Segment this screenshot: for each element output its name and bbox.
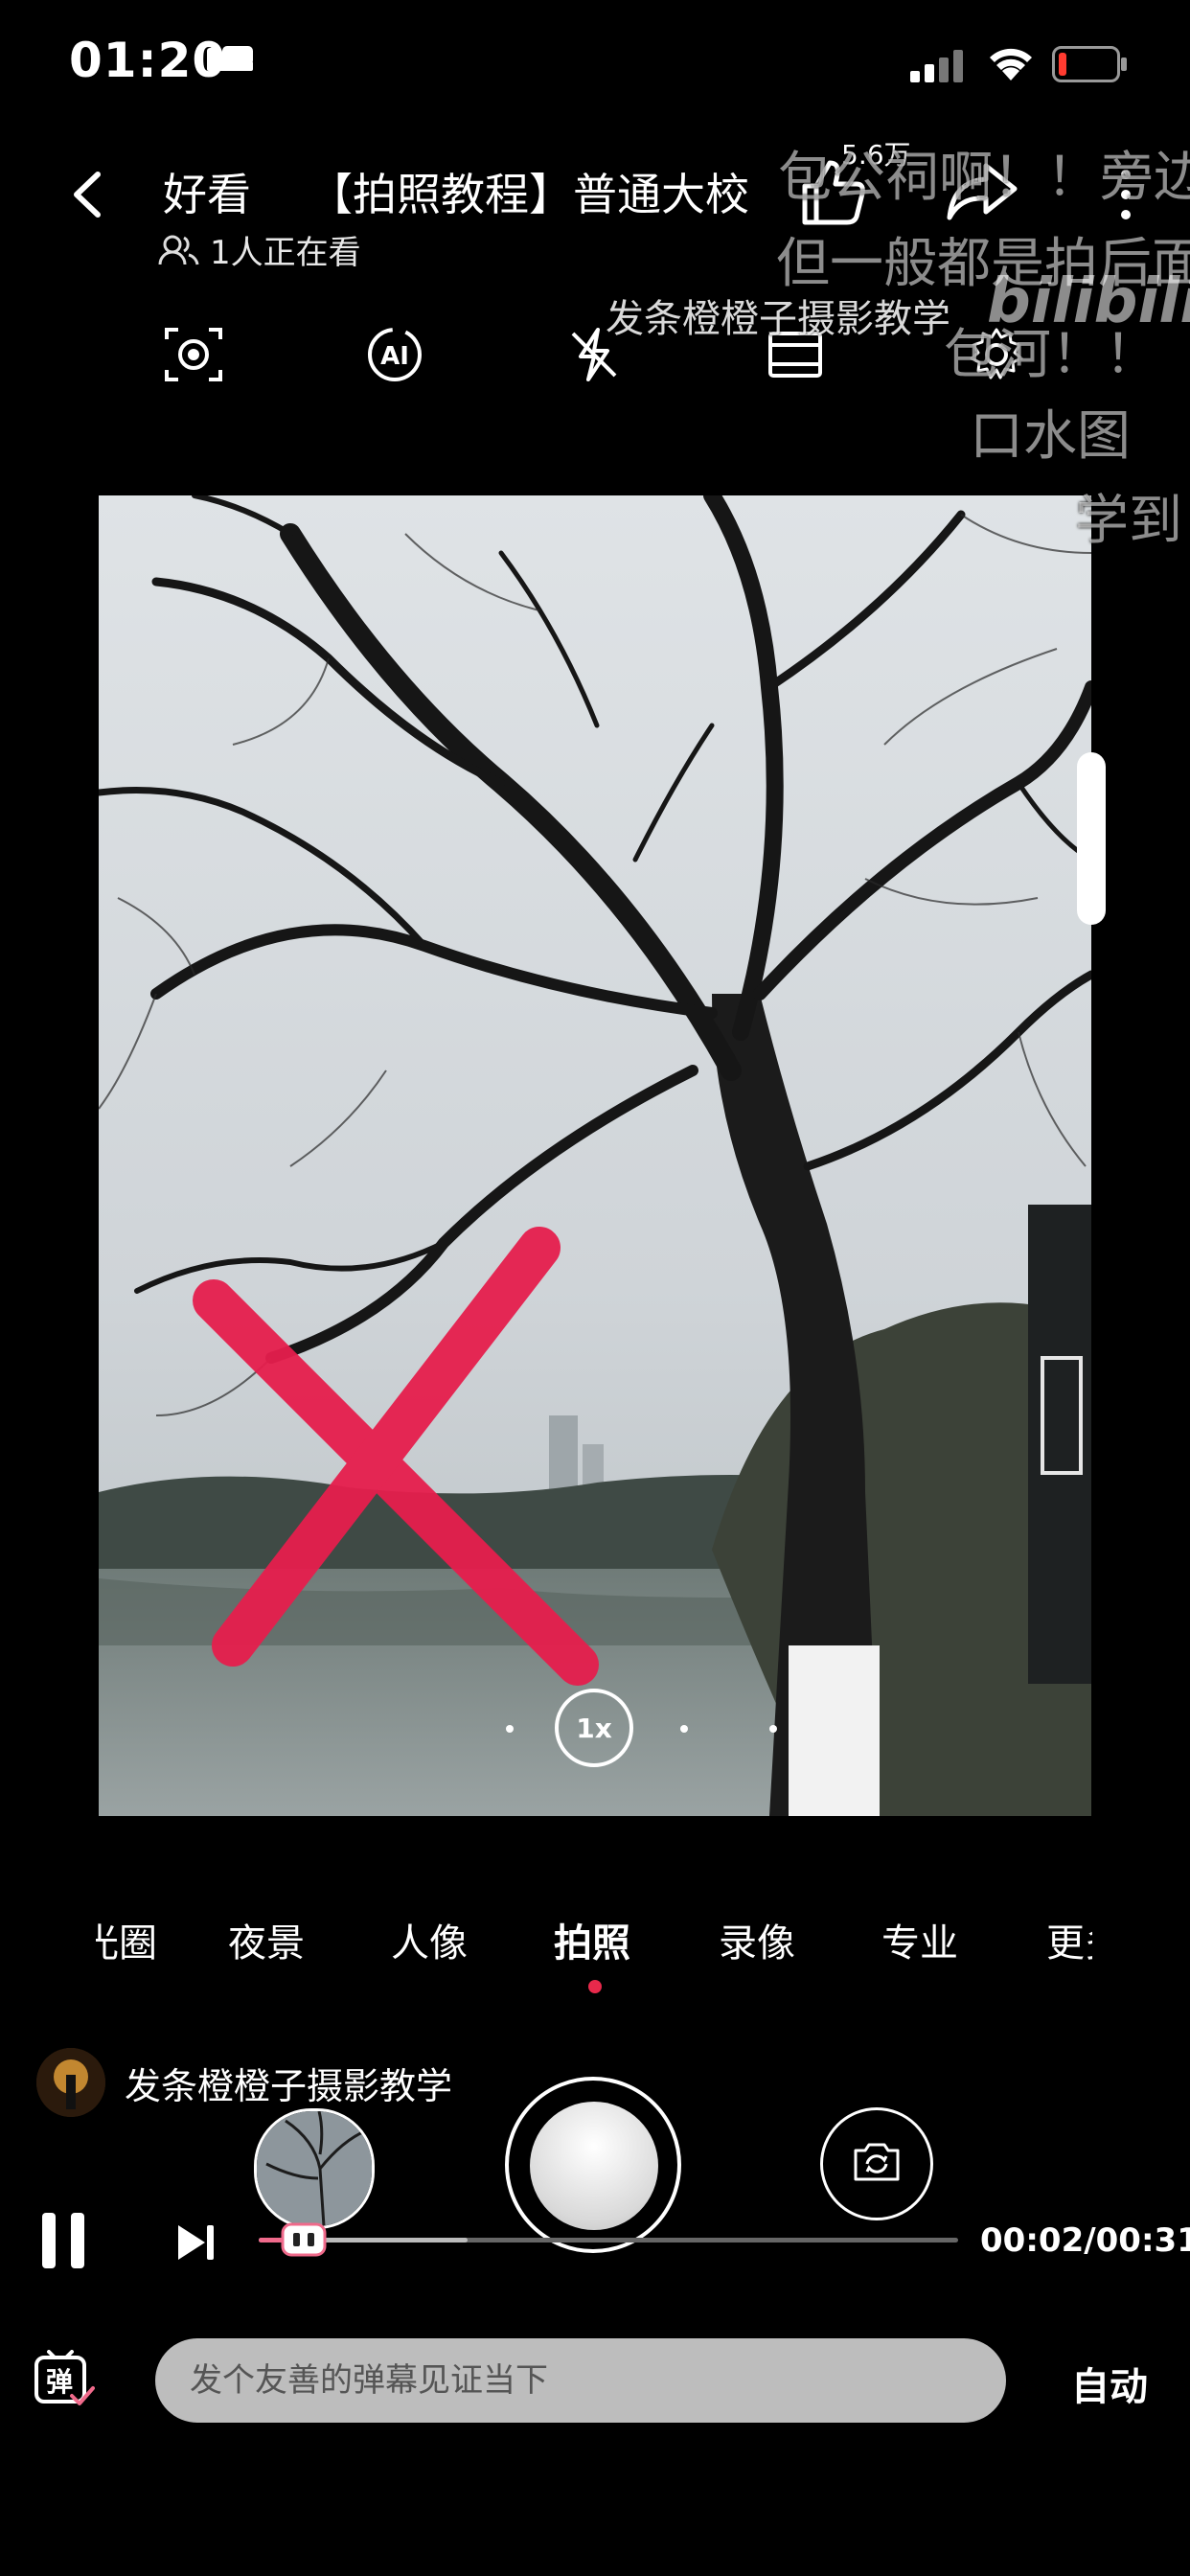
danmaku-input[interactable] xyxy=(155,2338,1006,2423)
author-name[interactable]: 发条橙橙子摄影教学 xyxy=(125,2057,452,2109)
next-episode-icon[interactable] xyxy=(174,2221,217,2264)
danmaku-toggle-label: 弹 xyxy=(46,2366,74,2398)
tree-scene-image xyxy=(99,495,1091,1816)
mode-night[interactable]: 夜景 xyxy=(228,1912,305,1967)
camera-flip-icon xyxy=(854,2143,900,2181)
zoom-dot[interactable] xyxy=(506,1725,514,1733)
battery-level xyxy=(1059,53,1066,76)
zoom-dot[interactable] xyxy=(769,1725,777,1733)
mode-video[interactable]: 录像 xyxy=(719,1912,795,1967)
mode-more[interactable]: 更多 xyxy=(1046,1912,1092,1967)
gallery-thumbnail[interactable] xyxy=(254,2108,375,2229)
viewers-icon xyxy=(158,235,199,264)
side-scroll-handle[interactable] xyxy=(1077,752,1106,925)
danmaku-toggle-button[interactable]: 弹 xyxy=(34,2350,95,2411)
viewer-count-text: 1人正在看 xyxy=(210,234,361,272)
danmaku-comment: 包公祠啊！！旁边 xyxy=(778,147,1190,209)
playback-time: 00:02/00:31 xyxy=(980,2221,1190,2260)
svg-text:AI: AI xyxy=(380,342,409,371)
pause-icon[interactable] xyxy=(40,2211,88,2270)
bilibili-watermark: bilibili xyxy=(987,266,1190,337)
wifi-icon xyxy=(990,48,1032,80)
mode-portrait[interactable]: 人像 xyxy=(391,1912,468,1967)
avatar-image xyxy=(36,2048,105,2117)
sleep-mode-icon xyxy=(207,46,253,71)
danmaku-comment: 发条橙橙子摄影教学 xyxy=(606,297,950,341)
mode-aperture[interactable]: 光圈 xyxy=(96,1912,157,1967)
camera-viewfinder[interactable]: 1x xyxy=(99,495,1091,1816)
progress-scrubber-icon[interactable] xyxy=(280,2221,328,2258)
zoom-dot[interactable] xyxy=(680,1725,688,1733)
back-icon[interactable] xyxy=(56,161,123,228)
status-time: 01:20 xyxy=(69,33,227,88)
title-right: 【拍照教程】普通大校 xyxy=(309,169,749,220)
zoom-1x-button[interactable]: 1x xyxy=(555,1689,633,1767)
flip-camera-button[interactable] xyxy=(820,2107,933,2220)
zoom-1x-label: 1x xyxy=(576,1712,612,1744)
camera-mode-bar: 光圈 夜景 人像 拍照 录像 专业 更多 xyxy=(96,1912,1092,1969)
viewer-count: 1人正在看 xyxy=(158,226,361,273)
gallery-thumbnail-image xyxy=(257,2111,372,2226)
active-mode-indicator xyxy=(588,1980,602,1993)
mode-pro[interactable]: 专业 xyxy=(881,1912,958,1967)
battery-low-icon xyxy=(1052,46,1127,82)
cellular-signal-icon xyxy=(910,50,963,82)
auto-button[interactable]: 自动 xyxy=(1071,2356,1148,2411)
live-photo-icon[interactable] xyxy=(163,324,224,385)
danmaku-comment: 口水图 xyxy=(970,405,1131,468)
ai-icon[interactable]: AI xyxy=(364,324,425,385)
mode-photo[interactable]: 拍照 xyxy=(554,1912,630,1967)
shutter-button[interactable] xyxy=(530,2102,658,2230)
danmaku-comment: 学到 xyxy=(1075,490,1182,552)
video-title[interactable]: 好看 【拍照教程】普通大校 xyxy=(163,161,776,228)
author-avatar[interactable] xyxy=(36,2048,105,2117)
title-left: 好看 xyxy=(163,169,251,220)
